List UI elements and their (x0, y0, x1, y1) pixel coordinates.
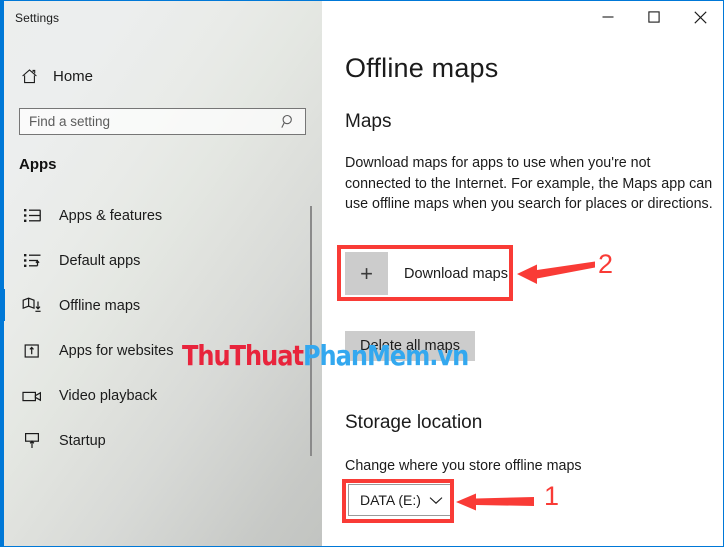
plus-icon: + (345, 252, 388, 295)
maps-description: Download maps for apps to use when you'r… (345, 155, 713, 212)
home-icon (10, 68, 48, 85)
sidebar-item-label: Apps for websites (59, 342, 174, 359)
sidebar-nav-list: Apps & features Default apps Offline map… (1, 193, 322, 463)
box-arrow-up-icon (15, 342, 49, 360)
video-camera-icon (15, 388, 49, 404)
sidebar-item-label: Offline maps (59, 297, 141, 314)
selection-indicator (1, 289, 5, 321)
settings-window: Settings Home Apps (0, 0, 724, 547)
monitor-arrow-up-icon (15, 431, 49, 450)
selection-indicator (1, 244, 5, 276)
sidebar-group-title: Apps (19, 156, 57, 173)
storage-location-dropdown[interactable]: DATA (E:) (348, 484, 452, 516)
selection-indicator (1, 334, 5, 366)
chevron-down-icon (429, 496, 443, 505)
search-icon[interactable] (275, 114, 305, 129)
maximize-button[interactable] (631, 1, 677, 33)
list-arrow-icon (15, 251, 49, 270)
maps-section-title: Maps (345, 111, 392, 132)
download-maps-button[interactable]: + Download maps (345, 252, 512, 295)
selection-indicator (1, 199, 5, 231)
delete-all-maps-label: Delete all maps (360, 338, 460, 354)
sidebar-item-offline-maps[interactable]: Offline maps (1, 283, 322, 328)
sidebar-item-apps-features[interactable]: Apps & features (1, 193, 322, 238)
download-maps-label: Download maps (404, 265, 508, 282)
storage-location-description: Change where you store offline maps (345, 458, 582, 474)
window-title: Settings (15, 11, 60, 25)
search-box[interactable] (19, 108, 306, 135)
delete-all-maps-button[interactable]: Delete all maps (345, 331, 475, 361)
map-download-icon (15, 296, 49, 315)
close-button[interactable] (677, 1, 723, 33)
sidebar-item-startup[interactable]: Startup (1, 418, 322, 463)
sidebar-scrollbar[interactable] (310, 206, 312, 456)
sidebar-item-home-label: Home (53, 67, 94, 85)
window-controls (585, 1, 723, 33)
main-content: Offline maps Maps Download maps for apps… (323, 1, 723, 546)
list-bullets-icon (15, 206, 49, 225)
sidebar-item-default-apps[interactable]: Default apps (1, 238, 322, 283)
sidebar-item-label: Video playback (59, 387, 158, 404)
sidebar-item-label: Apps & features (59, 207, 163, 224)
selection-indicator (1, 424, 5, 456)
sidebar: Settings Home Apps (1, 1, 322, 546)
storage-location-title: Storage location (345, 412, 483, 433)
sidebar-item-label: Default apps (59, 252, 141, 269)
selection-indicator (1, 379, 5, 411)
storage-location-value: DATA (E:) (360, 492, 421, 508)
minimize-button[interactable] (585, 1, 631, 33)
sidebar-item-apps-for-websites[interactable]: Apps for websites (1, 328, 322, 373)
sidebar-item-home[interactable]: Home (1, 61, 322, 91)
page-title: Offline maps (345, 53, 499, 83)
search-input[interactable] (20, 114, 275, 129)
sidebar-item-label: Startup (59, 432, 106, 449)
sidebar-item-video-playback[interactable]: Video playback (1, 373, 322, 418)
